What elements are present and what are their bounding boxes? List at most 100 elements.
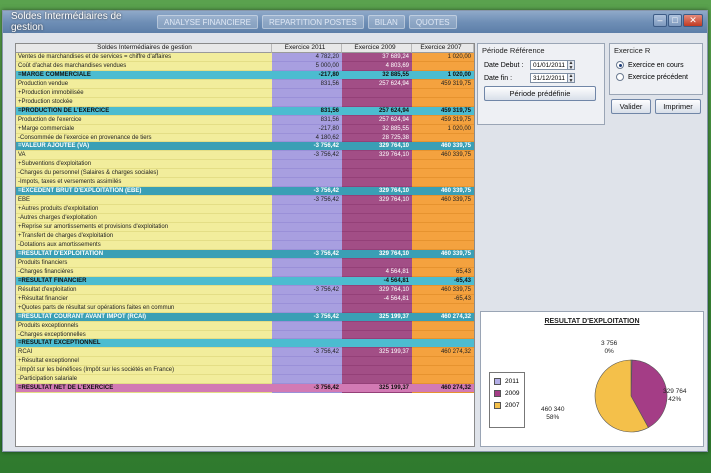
table-row[interactable]: -Dotations aux amortissements [16,240,474,250]
table-row[interactable]: +Subventions d'exploitation [16,160,474,170]
row-label[interactable]: +Transfert de charges d'exploitation [16,232,272,241]
table-row[interactable]: +Résultat exceptionnel [16,357,474,367]
table-row[interactable]: =RESULTAT D'EXPLOITATION -3 756,42 329 764… [16,249,474,259]
row-label[interactable]: -Consommée de l'exercice en provenance d… [16,133,272,143]
cell-2011[interactable]: 5 000,00 [272,61,342,71]
row-label[interactable]: +Reprise sur amortissements et provision… [16,223,272,233]
table-row[interactable]: -Consommée de l'exercice en provenance d… [16,133,474,143]
cell-2007[interactable] [412,321,474,331]
cell-2007[interactable] [412,240,474,250]
cell-2007[interactable] [412,88,474,98]
cell-2009[interactable]: 4 564,81 [342,267,412,277]
table-row[interactable]: Produits exceptionnels [16,321,474,331]
table-row[interactable]: VA -3 756,42 329 764,10 460 339,75 [16,151,474,161]
cell-2011[interactable]: -3 756,42 [272,384,342,394]
table-row[interactable]: Production de l'exercice 831,56 257 624,94… [16,115,474,125]
cell-2011[interactable] [272,303,342,313]
cell-2009[interactable]: 32 885,55 [342,70,412,80]
cell-2007[interactable]: -65,43 [412,294,474,304]
cell-2009[interactable] [342,178,412,188]
row-label[interactable]: -Participation salariale [16,375,272,385]
row-label[interactable]: +Résultat exceptionnel [16,357,272,367]
cell-2009[interactable] [342,366,412,376]
cell-2007[interactable]: 65,43 [412,267,474,277]
cell-2009[interactable] [342,223,412,233]
cell-2011[interactable] [272,205,342,215]
table-row[interactable]: +Reprise sur amortissements et provision… [16,223,474,233]
row-label[interactable]: Production vendue [16,79,272,89]
predefined-period-button[interactable]: Période prédéfinie [484,86,596,101]
cell-2007[interactable] [412,232,474,241]
cell-2011[interactable] [272,178,342,188]
cell-2009[interactable] [342,169,412,179]
row-label[interactable]: =RESULTAT FINANCIER [16,276,272,286]
header-2007[interactable]: Exercice 2007 [412,44,474,53]
row-label[interactable]: =RESULTAT NET DE L'EXERCICE [16,384,272,394]
cell-2007[interactable]: 460 274,32 [412,348,474,358]
cell-2011[interactable] [272,366,342,376]
cell-2009[interactable]: 257 624,94 [342,79,412,89]
table-row[interactable]: -Autres charges d'exploitation [16,214,474,224]
tab-bilan[interactable]: BILAN [367,15,405,29]
cell-2009[interactable] [342,330,412,340]
row-label[interactable]: +Production immobilisée [16,88,272,98]
row-label[interactable]: +Production stockée [16,97,272,107]
cell-2007[interactable]: 459 319,75 [412,115,474,125]
row-label[interactable]: +Autres produits d'exploitation [16,205,272,215]
cell-2009[interactable] [342,97,412,107]
cell-2007[interactable] [412,223,474,233]
table-row[interactable]: Coût d'achat des marchandises vendues 5 0… [16,61,474,71]
print-button[interactable]: Imprimer [655,99,701,114]
row-label[interactable]: =RESULTAT D'EXPLOITATION [16,249,272,259]
cell-2011[interactable] [272,232,342,241]
row-label[interactable]: =MARGE COMMERCIALE [16,70,272,80]
row-label[interactable]: -Dotations aux amortissements [16,240,272,250]
cell-2009[interactable] [342,357,412,367]
row-label[interactable]: Produits financiers [16,258,272,268]
cell-2011[interactable] [272,357,342,367]
header-label[interactable]: Soldes Intermédiaires de gestion [16,44,272,53]
cell-2009[interactable]: -4 564,81 [342,276,412,286]
cell-2011[interactable]: -3 756,42 [272,348,342,358]
cell-2009[interactable] [342,303,412,313]
cell-2007[interactable] [412,375,474,385]
cell-2007[interactable] [412,258,474,268]
table-row[interactable]: =MARGE COMMERCIALE -217,80 32 885,55 1 020,… [16,70,474,80]
cell-2011[interactable] [272,330,342,340]
row-label[interactable]: Résultat d'exploitation [16,285,272,295]
table-row[interactable]: -Charges du personnel (Salaires & charge… [16,169,474,179]
cell-2009[interactable]: 325 199,37 [342,348,412,358]
row-label[interactable]: =VALEUR AJOUTEE (VA) [16,142,272,152]
cell-2007[interactable]: 460 339,75 [412,249,474,259]
table-row[interactable]: =RESULTAT NET DE L'EXERCICE -3 756,42 325 … [16,384,474,394]
cell-2007[interactable]: 460 274,32 [412,384,474,394]
table-row[interactable]: +Marge commerciale -217,80 32 885,55 1 020,… [16,124,474,134]
cell-2011[interactable] [272,321,342,331]
cell-2007[interactable] [412,97,474,107]
row-label[interactable]: -Charges du personnel (Salaires & charge… [16,169,272,179]
cell-2007[interactable] [412,178,474,188]
cell-2011[interactable] [272,375,342,385]
cell-2009[interactable]: 329 764,10 [342,285,412,295]
validate-button[interactable]: Valider [611,99,651,114]
cell-2007[interactable] [412,205,474,215]
cell-2011[interactable]: -3 756,42 [272,312,342,322]
cell-2007[interactable] [412,366,474,376]
maximize-icon[interactable]: □ [668,14,682,27]
table-row[interactable]: RCAI -3 756,42 325 199,37 460 274,32 [16,348,474,358]
cell-2011[interactable] [272,240,342,250]
tab-quotes[interactable]: QUOTES [408,15,457,29]
row-label[interactable]: -Charges exceptionnelles [16,330,272,340]
cell-2009[interactable]: 329 764,10 [342,151,412,161]
cell-2009[interactable] [342,232,412,241]
cell-2009[interactable]: 329 764,10 [342,249,412,259]
cell-2007[interactable] [412,214,474,224]
table-row[interactable]: =PRODUCTION DE L'EXERCICE 831,56 257 624,9… [16,106,474,116]
table-row[interactable]: Production vendue 831,56 257 624,94 459 319… [16,79,474,89]
radio-exercice-previous[interactable]: Exercice précédent [616,73,696,81]
date-debut-spinner-icon[interactable]: ▲ ▼ [568,60,575,71]
row-label[interactable]: Produits exceptionnels [16,321,272,331]
cell-2011[interactable] [272,258,342,268]
tab-analyse[interactable]: ANALYSE FINANCIERE [157,15,258,29]
row-label[interactable]: =RESULTAT EXCEPTIONNEL [16,339,272,349]
